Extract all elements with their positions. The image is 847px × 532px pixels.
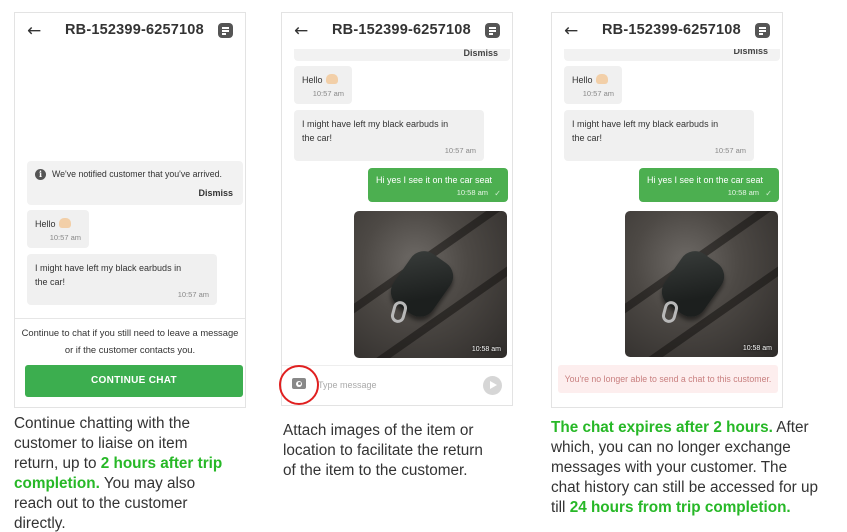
case-clip [660, 299, 680, 325]
message-bubble: Hello 10:57 am [27, 210, 89, 248]
arrival-notice: i We've notified customer that you've ar… [27, 161, 243, 205]
highlight-circle [279, 365, 319, 405]
read-check-icon: ✓ [765, 189, 772, 198]
waving-hand-icon [325, 74, 338, 84]
document-icon[interactable] [485, 23, 500, 38]
caption-line: customer to liaise on item [14, 435, 188, 452]
divider [15, 318, 245, 319]
message-line: I might have left my black earbuds in [302, 119, 449, 129]
reply-time: 10:58 am [456, 188, 488, 197]
caption-line: till [551, 499, 570, 516]
attached-photo[interactable]: 10:58 am [625, 211, 778, 357]
caption-line: directly. [14, 515, 66, 532]
message-line: the car! [302, 133, 333, 143]
reply-time: 10:58 am [727, 188, 759, 197]
document-icon[interactable] [218, 23, 233, 38]
chat-header: ← RB-152399-6257108 [552, 13, 782, 49]
reply-text: Hi yes I see it on the car seat [376, 175, 493, 185]
caption-line: You may also [99, 475, 196, 492]
caption-highlight: 24 hours from trip completion. [569, 499, 791, 516]
caption-line: After [772, 419, 809, 436]
message-time: 10:57 am [444, 146, 476, 155]
info-icon: i [35, 169, 46, 180]
message-bubble: I might have left my black earbuds in the… [564, 110, 754, 161]
message-line: I might have left my black earbuds in [35, 263, 182, 273]
message-text: Hello [35, 219, 56, 229]
caption-line: Attach images of the item or [283, 422, 474, 439]
message-time: 10:57 am [177, 290, 209, 299]
reply-bubble: Hi yes I see it on the car seat 10:58 am… [639, 168, 779, 202]
message-bubble: I might have left my black earbuds in the… [27, 254, 217, 305]
phone-screen: ← RB-152399-6257108 Dismiss Hello 10:57 … [551, 12, 783, 408]
continue-chat-button[interactable]: CONTINUE CHAT [25, 365, 243, 397]
message-bubble: I might have left my black earbuds in the… [294, 110, 484, 161]
message-input[interactable]: Type message [318, 380, 377, 390]
document-icon[interactable] [755, 23, 770, 38]
continue-chat-message: Continue to chat if you still need to le… [15, 324, 245, 358]
message-text: Hello [302, 75, 323, 85]
message-bubble: Hello 10:57 am [294, 66, 352, 104]
message-time: 10:57 am [714, 146, 746, 155]
caption-chat-expired: The chat expires after 2 hours. After wh… [551, 418, 843, 518]
phone-screen: ← RB-152399-6257108 Dismiss Hello 10:57 … [281, 12, 513, 406]
attached-photo[interactable]: 10:58 am [354, 211, 507, 358]
chat-header: ← RB-152399-6257108 [15, 13, 245, 49]
waving-hand-icon [595, 74, 608, 84]
chat-title: RB-152399-6257108 [602, 22, 741, 38]
message-bubble: Hello 10:57 am [564, 66, 622, 104]
continue-line: Continue to chat if you still need to le… [21, 327, 239, 338]
message-text: Hello [572, 75, 593, 85]
dismiss-button[interactable]: Dismiss [198, 188, 233, 198]
read-check-icon: ✓ [494, 189, 501, 198]
caption-line: Continue chatting with the [14, 415, 191, 432]
message-line: the car! [35, 277, 66, 287]
photo-time: 10:58 am [471, 346, 501, 353]
arrow-left-icon[interactable]: ← [564, 21, 578, 41]
message-time: 10:57 am [49, 233, 81, 242]
continue-line: or if the customer contacts you. [64, 344, 196, 355]
caption-line: which, you can no longer exchange [551, 439, 791, 456]
notice-text: We've notified customer that you've arri… [52, 169, 222, 179]
chat-header: ← RB-152399-6257108 [282, 13, 512, 49]
chat-title: RB-152399-6257108 [65, 22, 204, 38]
caption-highlight: 2 hours after trip [100, 455, 223, 472]
arrow-left-icon[interactable]: ← [27, 21, 41, 41]
caption-line: location to facilitate the return [283, 442, 483, 459]
caption-highlight: completion. [14, 475, 100, 492]
message-time: 10:57 am [582, 89, 614, 98]
photo-time: 10:58 am [742, 345, 772, 352]
caption-line: return, up to [14, 455, 101, 472]
reply-text: Hi yes I see it on the car seat [647, 175, 764, 185]
reply-bubble: Hi yes I see it on the car seat 10:58 am… [368, 168, 508, 202]
send-icon[interactable] [483, 376, 502, 395]
message-line: the car! [572, 133, 603, 143]
caption-attach-images: Attach images of the item or location to… [283, 421, 533, 481]
chat-title: RB-152399-6257108 [332, 22, 471, 38]
caption-line: of the item to the customer. [283, 462, 468, 479]
message-time: 10:57 am [312, 89, 344, 98]
case-clip [389, 299, 409, 325]
caption-line: reach out to the customer [14, 495, 188, 512]
chat-expired-banner: You're no longer able to send a chat to … [558, 365, 778, 393]
dismiss-button[interactable]: Dismiss [463, 48, 498, 58]
waving-hand-icon [58, 218, 71, 228]
phone-screen: ← RB-152399-6257108 i We've notified cus… [14, 12, 246, 408]
arrow-left-icon[interactable]: ← [294, 21, 308, 41]
caption-continue-chat: Continue chatting with the customer to l… [14, 414, 264, 532]
caption-line: messages with your customer. The [551, 459, 788, 476]
message-line: I might have left my black earbuds in [572, 119, 719, 129]
caption-highlight: The chat expires after 2 hours. [551, 419, 773, 436]
caption-line: chat history can still be accessed for u… [551, 479, 818, 496]
